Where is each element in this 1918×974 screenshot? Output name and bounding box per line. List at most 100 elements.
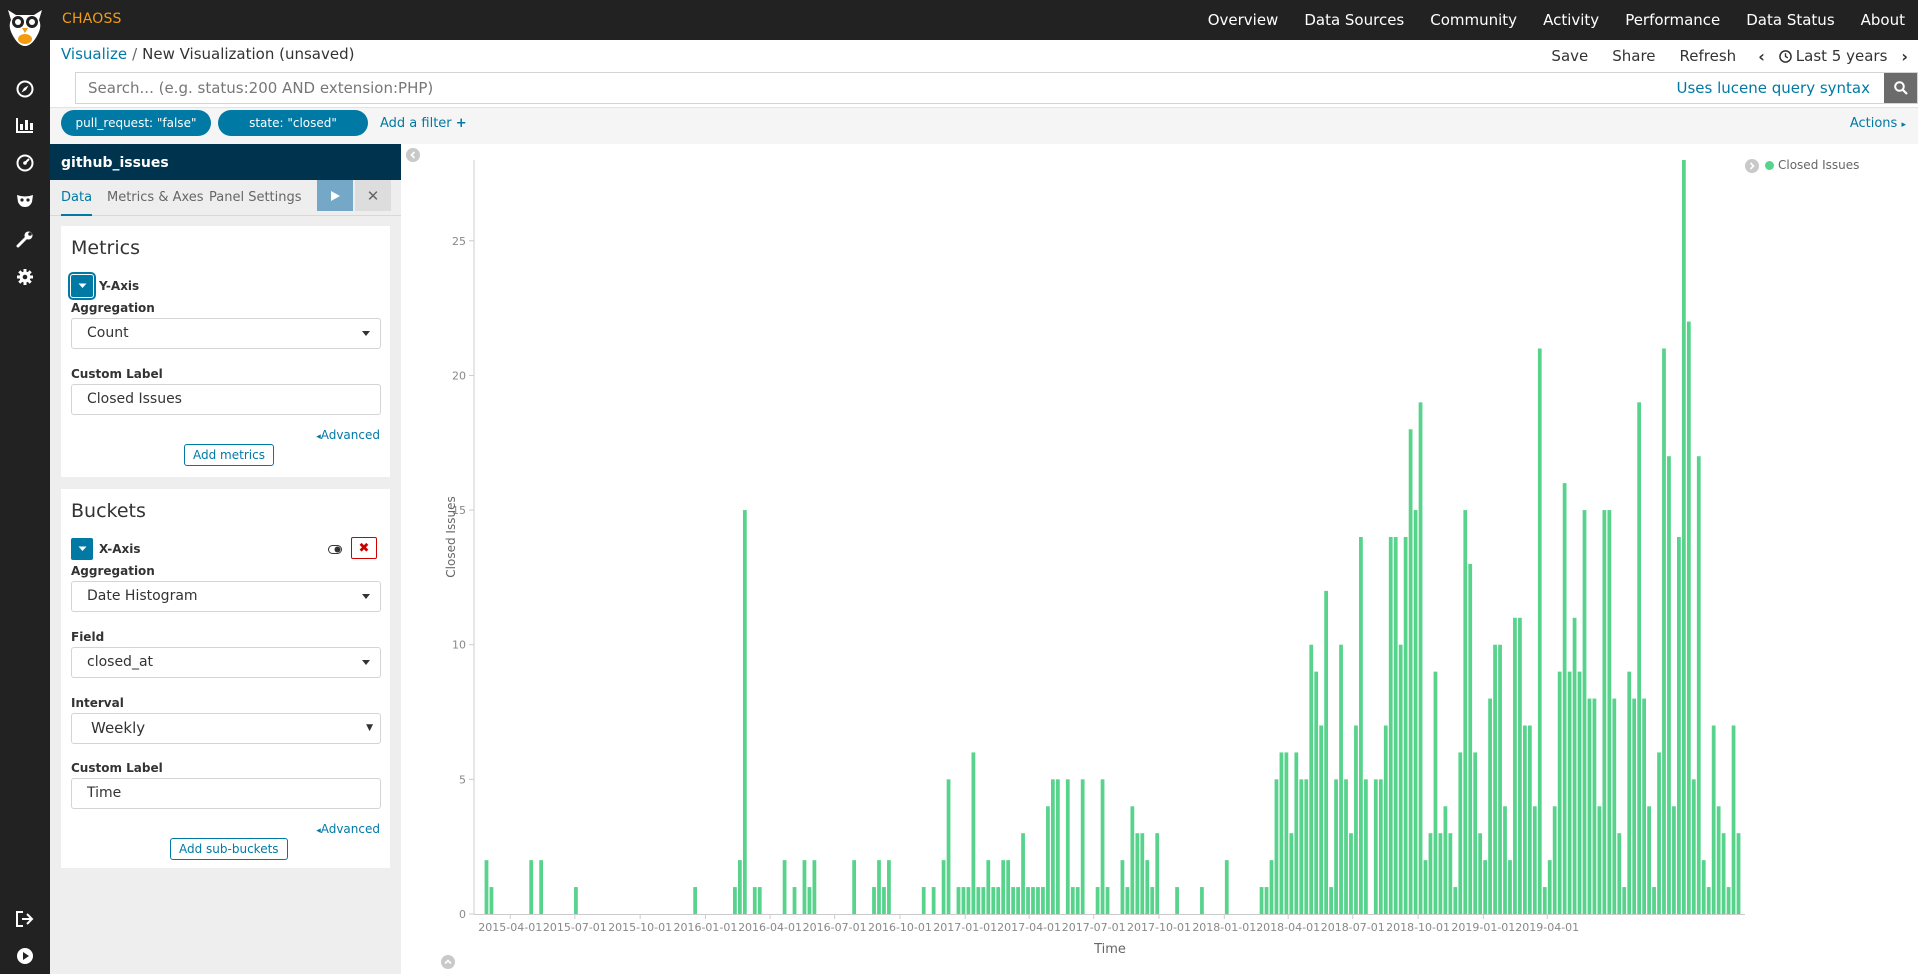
- time-picker-button[interactable]: Last 5 years: [1775, 47, 1892, 65]
- chart-bar[interactable]: [1736, 833, 1741, 914]
- chart-bar[interactable]: [1130, 806, 1135, 914]
- nav-about[interactable]: About: [1848, 11, 1918, 29]
- chart-bar[interactable]: [1065, 779, 1070, 914]
- chart-bar[interactable]: [1592, 698, 1597, 914]
- chart-bar[interactable]: [1070, 887, 1075, 914]
- chart-bar[interactable]: [1706, 887, 1711, 914]
- chart-bar[interactable]: [1344, 779, 1348, 914]
- chart-bar[interactable]: [1483, 860, 1488, 914]
- chart-bar[interactable]: [1378, 779, 1383, 914]
- share-button[interactable]: Share: [1600, 47, 1667, 65]
- chart-bar[interactable]: [1329, 887, 1333, 914]
- chart-bar[interactable]: [1150, 887, 1155, 914]
- chart-bar[interactable]: [1413, 510, 1418, 914]
- chart-bar[interactable]: [1433, 671, 1438, 914]
- add-metrics-button[interactable]: Add metrics: [184, 444, 274, 466]
- chart-bar[interactable]: [782, 860, 787, 914]
- chart-bar[interactable]: [872, 887, 876, 914]
- chart-bar[interactable]: [931, 887, 936, 914]
- x-axis-toggle-button[interactable]: [71, 538, 93, 560]
- chart-bar[interactable]: [1105, 887, 1110, 914]
- chart-bar[interactable]: [1200, 887, 1204, 914]
- chart-bar[interactable]: [539, 860, 544, 914]
- chart-bar[interactable]: [1567, 671, 1572, 914]
- chart-bar[interactable]: [996, 887, 1001, 914]
- chart-bar[interactable]: [752, 887, 757, 914]
- apply-changes-button[interactable]: [317, 180, 353, 211]
- chart-bar[interactable]: [1080, 779, 1085, 914]
- add-filter-link[interactable]: Add a filter +: [380, 116, 467, 131]
- chart-bar[interactable]: [1612, 698, 1617, 914]
- chart-bar[interactable]: [1607, 510, 1612, 914]
- chart-bar[interactable]: [1498, 644, 1502, 914]
- chart-bar[interactable]: [1359, 537, 1363, 914]
- collapse-play-icon[interactable]: [12, 943, 38, 969]
- refresh-button[interactable]: Refresh: [1668, 47, 1749, 65]
- chart-bar[interactable]: [1050, 779, 1055, 914]
- tab-data[interactable]: Data: [61, 180, 93, 216]
- chart-bar[interactable]: [1319, 725, 1324, 915]
- chart-bar[interactable]: [956, 887, 961, 914]
- chart-bar[interactable]: [733, 887, 737, 914]
- chart-bar[interactable]: [1175, 887, 1179, 914]
- chart-bar[interactable]: [1453, 887, 1458, 914]
- chart-bar[interactable]: [1145, 860, 1150, 914]
- chart-bar[interactable]: [812, 860, 817, 914]
- chart-bar[interactable]: [792, 887, 797, 914]
- chart-bar[interactable]: [1259, 887, 1264, 914]
- chart-bar[interactable]: [966, 887, 971, 914]
- chart-bar[interactable]: [1602, 510, 1607, 914]
- chart-bar[interactable]: [1493, 644, 1497, 914]
- chart-bar[interactable]: [1224, 860, 1229, 914]
- discover-compass-icon[interactable]: [12, 76, 38, 102]
- chart-bar[interactable]: [1557, 671, 1562, 914]
- chart-bar[interactable]: [1627, 671, 1632, 914]
- chart-bar[interactable]: [1552, 806, 1557, 914]
- time-back-chevron-icon[interactable]: ‹: [1748, 47, 1775, 66]
- chart-bar[interactable]: [1393, 537, 1398, 914]
- chart-bar[interactable]: [737, 860, 742, 914]
- chart-bar[interactable]: [1527, 725, 1532, 915]
- chart-bar[interactable]: [1294, 752, 1299, 914]
- chart-bar[interactable]: [484, 860, 489, 914]
- chart-bar[interactable]: [1657, 752, 1661, 914]
- chart-bar[interactable]: [1443, 806, 1448, 914]
- chart-bar[interactable]: [976, 887, 981, 914]
- chart-bar[interactable]: [1478, 833, 1483, 914]
- chart-bar[interactable]: [1120, 860, 1125, 914]
- chart-bar[interactable]: [802, 860, 807, 914]
- chart-bar[interactable]: [1522, 725, 1527, 915]
- nav-performance[interactable]: Performance: [1612, 11, 1733, 29]
- y-axis-toggle-button[interactable]: [68, 272, 96, 300]
- chart-bar[interactable]: [1046, 806, 1050, 914]
- search-input[interactable]: [76, 73, 1677, 103]
- nav-community[interactable]: Community: [1417, 11, 1530, 29]
- nav-activity[interactable]: Activity: [1530, 11, 1612, 29]
- chart-bar[interactable]: [1721, 833, 1726, 914]
- chart-bar[interactable]: [1100, 779, 1105, 914]
- chart-bar[interactable]: [1021, 833, 1025, 914]
- chart-bar[interactable]: [1518, 617, 1522, 914]
- chart-bar[interactable]: [1041, 887, 1045, 914]
- chart-bar[interactable]: [1383, 725, 1388, 915]
- chart-bar[interactable]: [1304, 779, 1309, 914]
- logout-icon[interactable]: [12, 906, 38, 932]
- chart-bar[interactable]: [1055, 779, 1060, 914]
- add-sub-buckets-button[interactable]: Add sub-buckets: [170, 838, 288, 860]
- chart-bar[interactable]: [1095, 887, 1100, 914]
- chart-bar[interactable]: [1652, 887, 1656, 914]
- chart-bar[interactable]: [1672, 806, 1676, 914]
- metric-custom-label-input[interactable]: Closed Issues: [71, 384, 381, 415]
- chart-bar[interactable]: [946, 779, 951, 914]
- chart-bar[interactable]: [1468, 563, 1473, 914]
- timelion-mask-icon[interactable]: [12, 188, 38, 214]
- search-button[interactable]: [1884, 73, 1917, 103]
- chart-bar[interactable]: [971, 752, 976, 914]
- chart-bar[interactable]: [941, 860, 946, 914]
- actions-menu-link[interactable]: Actions ▸: [1850, 116, 1906, 131]
- chart-bar[interactable]: [1274, 779, 1279, 914]
- chart-bar[interactable]: [1532, 806, 1537, 914]
- chart-bar[interactable]: [1642, 698, 1647, 914]
- dashboard-gauge-icon[interactable]: [12, 150, 38, 176]
- chart-bar[interactable]: [877, 860, 881, 914]
